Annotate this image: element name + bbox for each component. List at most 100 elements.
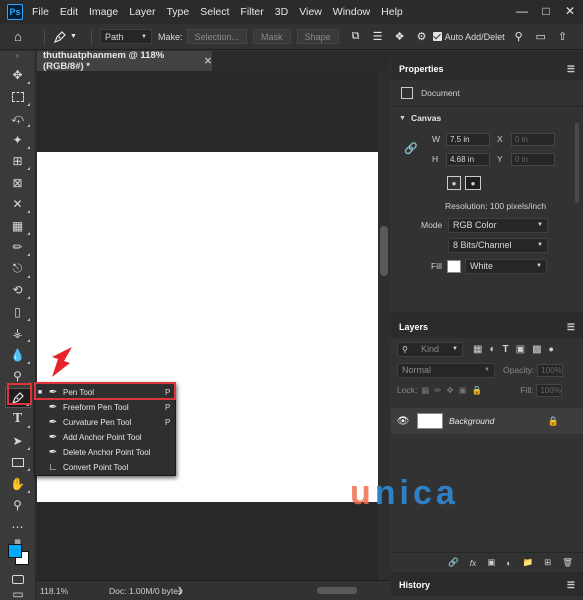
foreground-color[interactable] bbox=[8, 544, 22, 558]
shape-button[interactable]: Shape bbox=[296, 29, 339, 44]
properties-tab[interactable]: Properties ☰ bbox=[391, 58, 583, 80]
menu-image[interactable]: Image bbox=[89, 6, 118, 18]
paint-bucket-tool-icon[interactable]: ⚶ bbox=[5, 323, 31, 343]
marquee-tool-icon[interactable] bbox=[5, 87, 31, 107]
flyout-item-pen-tool[interactable]: ■ ✒ Pen Tool P bbox=[35, 385, 175, 400]
minimize-icon[interactable]: — bbox=[515, 4, 529, 18]
gear-icon[interactable]: ⚙ bbox=[414, 29, 430, 45]
flyout-item-curvature-pen-tool[interactable]: ✒ Curvature Pen Tool P bbox=[35, 415, 175, 430]
move-tool-icon[interactable]: ✥ bbox=[5, 65, 31, 85]
menu-select[interactable]: Select bbox=[200, 6, 229, 18]
path-alignment-icon[interactable]: ☰ bbox=[370, 29, 386, 45]
blur-tool-icon[interactable]: 💧 bbox=[5, 345, 31, 365]
eraser-tool-icon[interactable]: ▯ bbox=[5, 302, 31, 322]
healing-brush-tool-icon[interactable]: ▦ bbox=[5, 216, 31, 236]
y-field[interactable]: 0 in bbox=[511, 152, 555, 166]
auto-add-delete-checkbox[interactable] bbox=[432, 32, 442, 41]
panel-menu-icon[interactable]: ☰ bbox=[567, 64, 575, 75]
new-layer-icon[interactable]: ⊞ bbox=[544, 557, 551, 568]
lock-all-icon[interactable]: 🔒 bbox=[472, 385, 483, 396]
menu-file[interactable]: File bbox=[32, 6, 49, 18]
fill-swatch[interactable] bbox=[447, 259, 461, 273]
fill-select[interactable]: White ▼ bbox=[465, 258, 547, 274]
fx-icon[interactable]: fx bbox=[470, 558, 477, 568]
filter-toggle-icon[interactable]: ● bbox=[549, 344, 554, 354]
type-tool-icon[interactable]: T bbox=[5, 409, 31, 429]
menu-help[interactable]: Help bbox=[381, 6, 403, 18]
quick-selection-tool-icon[interactable]: ✦ bbox=[5, 130, 31, 150]
flyout-item-delete-anchor-point-tool[interactable]: ✒ Delete Anchor Point Tool bbox=[35, 445, 175, 460]
menu-edit[interactable]: Edit bbox=[60, 6, 78, 18]
lock-artboard-icon[interactable]: ▣ bbox=[459, 385, 467, 396]
rectangle-tool-icon[interactable] bbox=[5, 452, 31, 472]
bit-depth-select[interactable]: 8 Bits/Channel ▼ bbox=[448, 237, 548, 253]
filter-kind-select[interactable]: ⚲ Kind ▼ bbox=[397, 341, 463, 357]
layer-name[interactable]: Background bbox=[449, 416, 494, 426]
panel-menu-icon[interactable]: ☰ bbox=[567, 322, 575, 333]
lock-pixels-icon[interactable]: ▦ bbox=[421, 385, 429, 396]
color-swatches[interactable] bbox=[6, 542, 32, 568]
search-icon[interactable]: ⚲ bbox=[511, 29, 527, 45]
crop-tool-icon[interactable]: ⊞ bbox=[5, 151, 31, 171]
lock-paint-icon[interactable]: ✏ bbox=[434, 385, 441, 396]
lasso-tool-icon[interactable]: ⤽ bbox=[5, 108, 31, 128]
screen-mode-icon[interactable]: ▭ bbox=[5, 587, 31, 600]
quick-mask-icon[interactable] bbox=[5, 571, 31, 587]
portrait-icon[interactable]: ● bbox=[447, 176, 461, 190]
close-icon[interactable]: ✕ bbox=[563, 4, 577, 18]
width-field[interactable]: 7.5 in bbox=[446, 132, 490, 146]
zoom-tool-icon[interactable]: ⚲ bbox=[5, 495, 31, 515]
opacity-field[interactable]: 100% bbox=[537, 363, 564, 377]
home-icon[interactable]: ⌂ bbox=[14, 29, 36, 44]
chevron-right-icon[interactable]: ❯ bbox=[177, 586, 184, 595]
path-arrangement-icon[interactable]: ❖ bbox=[392, 29, 408, 45]
flyout-item-add-anchor-point-tool[interactable]: ✒ Add Anchor Point Tool bbox=[35, 430, 175, 445]
height-field[interactable]: 4.68 in bbox=[446, 152, 490, 166]
eyedropper-tool-icon[interactable]: ✕ bbox=[5, 194, 31, 214]
layer-row-background[interactable]: 👁 Background 🔒 bbox=[391, 408, 583, 434]
scroll-thumb[interactable] bbox=[380, 226, 388, 276]
filter-shape-icon[interactable]: ▣ bbox=[516, 344, 525, 355]
frame-tool-icon[interactable]: ⊠ bbox=[5, 173, 31, 193]
menu-view[interactable]: View bbox=[299, 6, 322, 18]
lock-position-icon[interactable]: ✥ bbox=[446, 385, 453, 396]
filter-adjustment-icon[interactable]: ◐ bbox=[489, 344, 495, 355]
menu-filter[interactable]: Filter bbox=[240, 6, 263, 18]
document-tab[interactable]: thuthuatphanmem @ 118% (RGB/8#) * ✕ bbox=[37, 50, 212, 72]
menu-window[interactable]: Window bbox=[333, 6, 370, 18]
properties-scrollbar[interactable] bbox=[575, 123, 579, 203]
workspace-icon[interactable]: ▭ bbox=[533, 29, 549, 45]
path-operations-icon[interactable]: ⧉ bbox=[348, 29, 364, 45]
adjustment-layer-icon[interactable]: ◐ bbox=[506, 558, 511, 568]
path-mode-select[interactable]: Path ▼ bbox=[100, 29, 152, 44]
clone-stamp-tool-icon[interactable]: ⎋ bbox=[5, 259, 31, 279]
new-group-icon[interactable]: 📁 bbox=[522, 557, 533, 568]
hand-tool-icon[interactable]: ✋ bbox=[5, 474, 31, 494]
menu-3d[interactable]: 3D bbox=[275, 6, 288, 18]
canvas-section-header[interactable]: ▼ Canvas bbox=[391, 107, 583, 129]
layer-fill-field[interactable]: 100% bbox=[536, 383, 563, 397]
mask-button[interactable]: Mask bbox=[253, 29, 291, 44]
flyout-item-freeform-pen-tool[interactable]: ✒ Freeform Pen Tool P bbox=[35, 400, 175, 415]
menu-layer[interactable]: Layer bbox=[129, 6, 155, 18]
landscape-icon[interactable]: ● bbox=[465, 176, 481, 190]
panel-menu-icon[interactable]: ☰ bbox=[567, 580, 575, 591]
horizontal-scroll-thumb[interactable] bbox=[317, 587, 357, 594]
history-brush-tool-icon[interactable]: ⟲ bbox=[5, 280, 31, 300]
blend-mode-select[interactable]: Normal ▼ bbox=[397, 362, 495, 378]
x-field[interactable]: 0 in bbox=[511, 132, 555, 146]
mode-select[interactable]: RGB Color ▼ bbox=[448, 217, 548, 233]
zoom-value[interactable]: 118.1% bbox=[37, 586, 81, 596]
trash-icon[interactable]: 🗑 bbox=[562, 557, 573, 568]
path-selection-tool-icon[interactable]: ➤ bbox=[5, 431, 31, 451]
menu-type[interactable]: Type bbox=[166, 6, 189, 18]
filter-smart-object-icon[interactable]: ▩ bbox=[532, 344, 541, 355]
close-tab-icon[interactable]: ✕ bbox=[204, 56, 212, 67]
brush-tool-icon[interactable]: ✏ bbox=[5, 237, 31, 257]
add-mask-icon[interactable]: ▣ bbox=[487, 557, 495, 568]
selection-button[interactable]: Selection... bbox=[186, 29, 248, 44]
filter-type-icon[interactable]: T bbox=[503, 344, 509, 355]
filter-pixel-icon[interactable]: ▦ bbox=[473, 344, 482, 355]
link-icon[interactable]: 🔗 bbox=[404, 142, 418, 155]
panel-grip[interactable]: » bbox=[0, 51, 35, 65]
